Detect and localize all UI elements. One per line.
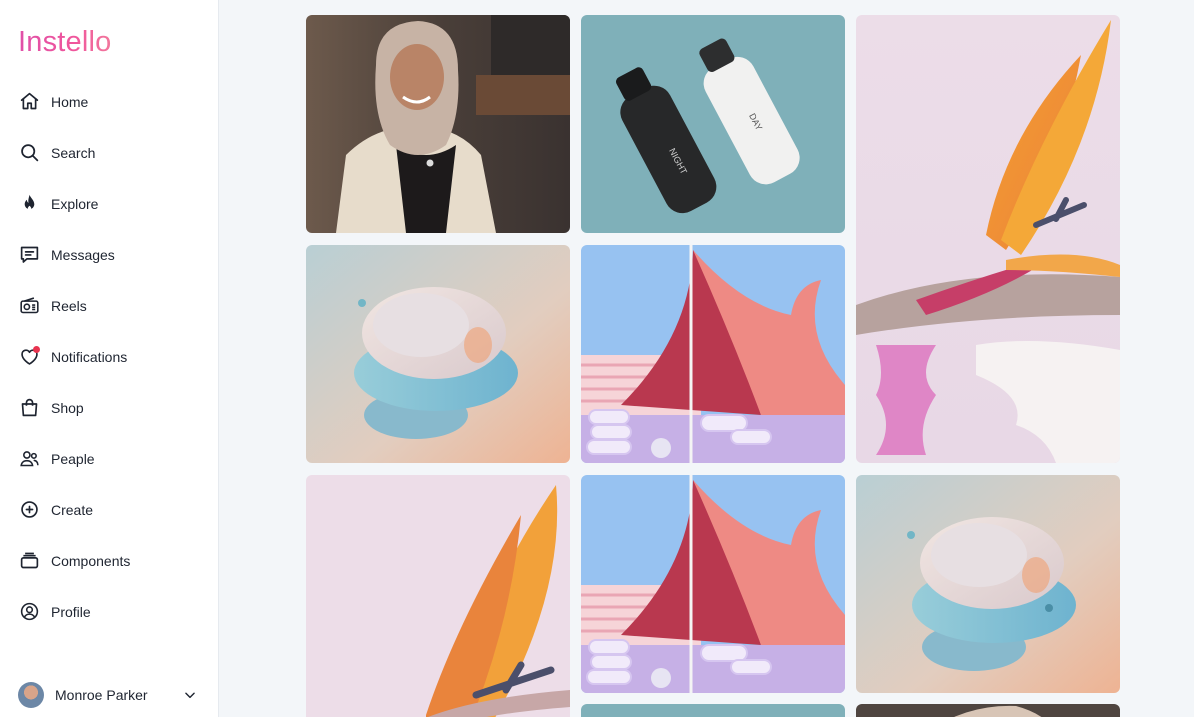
search-icon <box>18 142 40 164</box>
post-image <box>306 245 570 463</box>
user-menu[interactable]: Monroe Parker <box>0 672 219 717</box>
sidebar-item-label: Reels <box>51 297 87 314</box>
sidebar-item-label: Explore <box>51 195 99 212</box>
post-tile[interactable]: NIGHT DAY <box>581 15 845 233</box>
sidebar-item-components[interactable]: Components <box>0 535 219 586</box>
sidebar-item-label: Peaple <box>51 450 95 467</box>
post-tile[interactable] <box>306 245 570 463</box>
post-tile[interactable] <box>856 475 1120 693</box>
sidebar-item-label: Home <box>51 93 89 110</box>
post-image <box>581 475 845 693</box>
post-image <box>856 704 1120 717</box>
radio-icon <box>18 295 40 317</box>
layers-icon <box>18 550 40 572</box>
post-tile[interactable] <box>306 15 570 233</box>
flame-icon <box>18 193 40 215</box>
sidebar-item-profile[interactable]: Profile <box>0 586 219 637</box>
post-image <box>581 704 845 717</box>
sidebar-item-label: Messages <box>51 246 115 263</box>
post-tile[interactable] <box>581 704 845 717</box>
users-icon <box>18 448 40 470</box>
post-image <box>581 245 845 463</box>
post-tile[interactable] <box>581 245 845 463</box>
sidebar-item-home[interactable]: Home <box>0 76 219 127</box>
user-circle-icon <box>18 601 40 623</box>
avatar[interactable] <box>18 681 44 708</box>
post-image: NIGHT DAY <box>581 15 845 233</box>
sidebar-item-label: Profile <box>51 603 91 620</box>
sidebar-item-peaple[interactable]: Peaple <box>0 433 219 484</box>
home-icon <box>18 91 40 113</box>
sidebar-item-shop[interactable]: Shop <box>0 382 219 433</box>
sidebar-item-label: Create <box>51 501 94 518</box>
post-image <box>306 475 570 717</box>
sidebar-item-create[interactable]: Create <box>0 484 219 535</box>
sidebar-item-messages[interactable]: Messages <box>0 229 219 280</box>
post-image <box>856 475 1120 693</box>
notification-badge <box>33 345 40 353</box>
post-tile[interactable] <box>581 475 845 693</box>
post-tile[interactable] <box>306 475 570 717</box>
sidebar-nav: Home Search Explore Messages Reels Notif… <box>0 76 219 637</box>
post-image <box>306 15 570 233</box>
post-image <box>856 15 1120 463</box>
sidebar-item-label: Notifications <box>51 348 128 365</box>
post-tile[interactable] <box>856 704 1120 717</box>
sidebar-item-label: Components <box>51 552 131 569</box>
sidebar-item-notifications[interactable]: Notifications <box>0 331 219 382</box>
sidebar-item-label: Search <box>51 144 96 161</box>
sidebar-item-reels[interactable]: Reels <box>0 280 219 331</box>
message-icon <box>18 244 40 266</box>
app-logo[interactable]: Instello <box>18 26 112 59</box>
heart-icon <box>18 345 40 368</box>
user-name: Monroe Parker <box>55 686 148 703</box>
plus-circle-icon <box>18 499 40 521</box>
sidebar: Instello Home Search Explore Messages Re… <box>0 0 219 717</box>
sidebar-item-explore[interactable]: Explore <box>0 178 219 229</box>
post-tile[interactable] <box>856 15 1120 463</box>
chevron-down-icon[interactable] <box>183 688 197 702</box>
sidebar-item-search[interactable]: Search <box>0 127 219 178</box>
sidebar-item-label: Shop <box>51 399 84 416</box>
shopping-bag-icon <box>18 397 40 419</box>
